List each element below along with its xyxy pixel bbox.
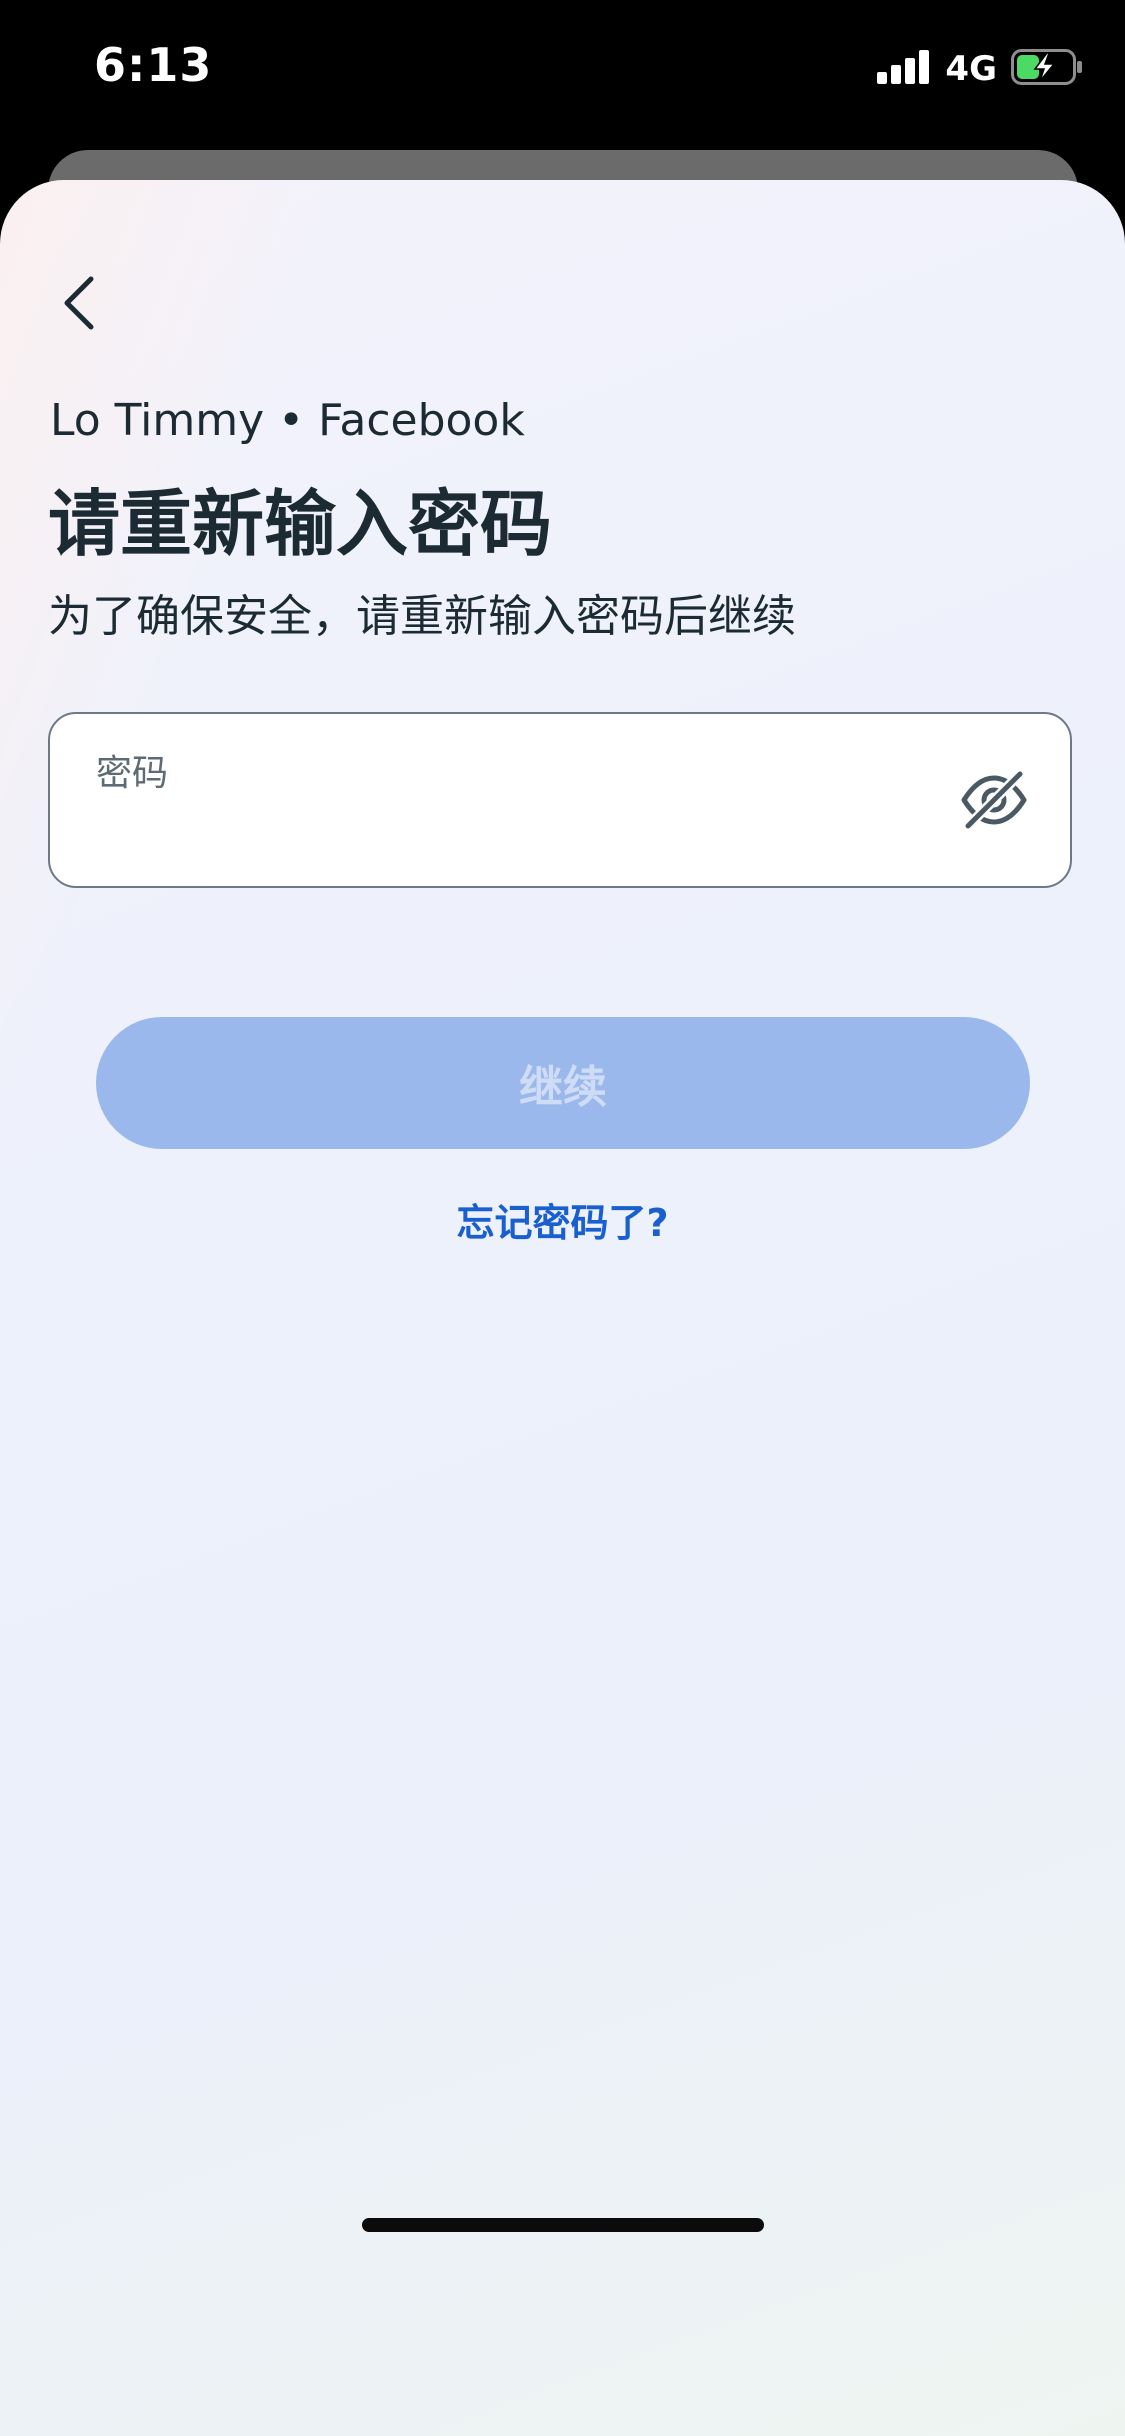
page-subtitle: 为了确保安全，请重新输入密码后继续 [48,591,796,642]
status-time: 6:13 [94,38,213,92]
status-bar: 6:13 4G [0,0,1125,140]
page-title: 请重新输入密码 [48,482,553,566]
show-password-toggle[interactable] [958,766,1030,838]
password-field-label: 密码 [96,753,169,794]
network-label: 4G [945,49,997,89]
password-input[interactable] [94,804,958,866]
home-indicator [362,2218,764,2232]
chevron-left-icon [59,275,99,335]
screen: 6:13 4G Lo Timmy • Facebook 请重新输入密码 为了确保… [0,0,1125,2436]
continue-button[interactable]: 继续 [96,1017,1030,1149]
account-name: Lo Timmy • Facebook [50,395,525,446]
forgot-password-link[interactable]: 忘记密码了? [0,1192,1125,1247]
status-indicators: 4G [877,48,1083,90]
reauth-sheet: Lo Timmy • Facebook 请重新输入密码 为了确保安全，请重新输入… [0,180,1125,2436]
signal-bars-icon [877,50,931,88]
eye-off-icon [960,769,1028,834]
back-button[interactable] [44,270,114,340]
password-field[interactable]: 密码 [48,712,1072,888]
battery-charging-icon [1011,49,1083,89]
